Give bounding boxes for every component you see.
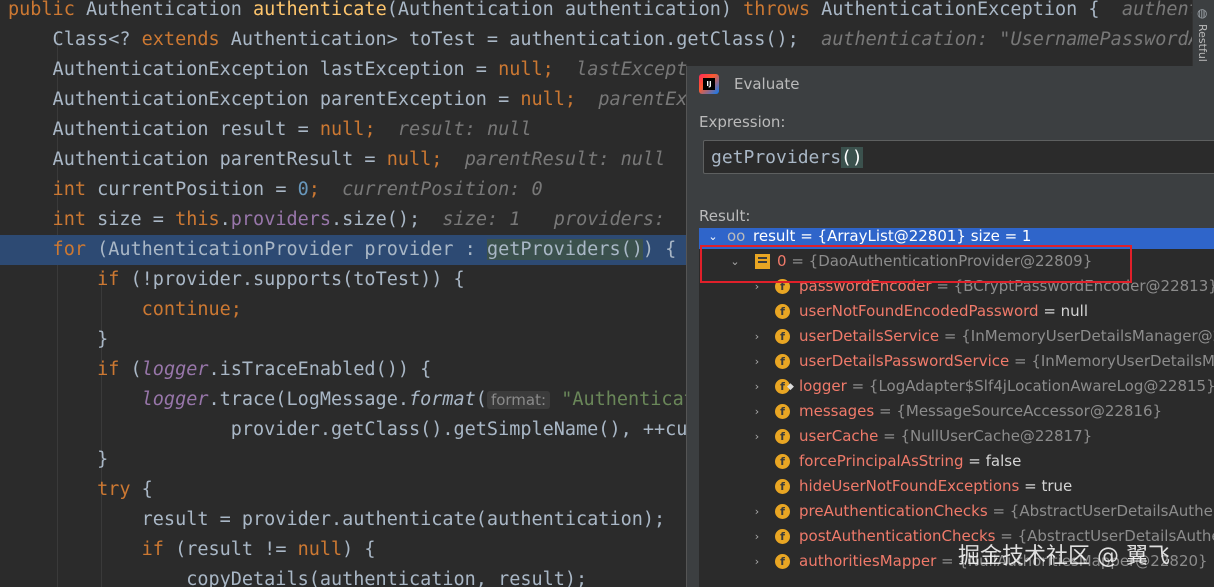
- field-icon: f: [775, 404, 790, 419]
- chevron-right-icon[interactable]: ›: [751, 399, 763, 424]
- expression-parens: (): [841, 147, 863, 168]
- code-line-3[interactable]: AuthenticationException lastException = …: [8, 55, 688, 85]
- code-line-20[interactable]: copyDetails(authentication, result);: [8, 565, 587, 587]
- dialog-title: Evaluate: [734, 75, 800, 93]
- code-line-11[interactable]: continue;: [8, 295, 242, 325]
- field-icon: f: [775, 304, 790, 319]
- tree-row-field[interactable]: › f preAuthenticationChecks = {AbstractU…: [699, 499, 1214, 524]
- code-line-7[interactable]: int currentPosition = 0; currentPosition…: [8, 175, 543, 205]
- param-hint: format:: [486, 391, 551, 409]
- chevron-right-icon[interactable]: ›: [751, 524, 763, 549]
- code-line-12[interactable]: }: [8, 325, 108, 355]
- tree-row-field[interactable]: f userNotFoundEncodedPassword = null: [699, 299, 1214, 324]
- tree-row-field[interactable]: › f userDetailsPasswordService = {InMemo…: [699, 349, 1214, 374]
- tree-row-field[interactable]: › f userCache = {NullUserCache@22817}: [699, 424, 1214, 449]
- watermark: 掘金技术社区 @ 翼飞: [958, 544, 1170, 569]
- field-icon: f: [775, 479, 790, 494]
- field-icon: f: [775, 529, 790, 544]
- expression-input[interactable]: getProviders(): [703, 140, 1214, 174]
- code-line-10[interactable]: if (!provider.supports(toTest)) {: [8, 265, 465, 295]
- restful-tool-tab[interactable]: Restful: [1196, 24, 1209, 62]
- field-icon: f: [775, 454, 790, 469]
- code-line-5[interactable]: Authentication result = null; result: nu…: [8, 115, 532, 145]
- chevron-right-icon[interactable]: ›: [751, 349, 763, 374]
- code-line-4[interactable]: AuthenticationException parentException …: [8, 85, 688, 115]
- tree-row-field[interactable]: › f userDetailsService = {InMemoryUserDe…: [699, 324, 1214, 349]
- field-icon: f: [775, 554, 790, 569]
- static-field-icon: ◆: [787, 382, 794, 392]
- result-label: Result:: [699, 207, 751, 225]
- expression-text: getProviders: [711, 147, 842, 168]
- expression-label: Expression:: [699, 113, 786, 131]
- chevron-right-icon[interactable]: ›: [751, 424, 763, 449]
- code-line-16[interactable]: }: [8, 445, 108, 475]
- code-line-19[interactable]: if (result != null) {: [8, 535, 376, 565]
- chevron-right-icon[interactable]: ›: [751, 374, 763, 399]
- chevron-right-icon[interactable]: ›: [751, 499, 763, 524]
- dialog-title-bar[interactable]: IJ Evaluate: [687, 66, 1214, 104]
- code-line-15[interactable]: provider.getClass().getSimpleName(), ++c…: [8, 415, 699, 445]
- chevron-right-icon[interactable]: ›: [751, 549, 763, 574]
- tree-row-field[interactable]: f hideUserNotFoundExceptions = true: [699, 474, 1214, 499]
- tree-row-field[interactable]: f forcePrincipalAsString = false: [699, 449, 1214, 474]
- evaluate-dialog: IJ Evaluate Expression: getProviders() R…: [686, 66, 1214, 587]
- code-line-2[interactable]: Class<? extends Authentication> toTest =…: [8, 25, 1192, 55]
- code-line-6[interactable]: Authentication parentResult = null; pare…: [8, 145, 666, 175]
- code-line-17[interactable]: try {: [8, 475, 153, 505]
- intellij-logo-icon: IJ: [699, 74, 719, 94]
- field-icon: f: [775, 504, 790, 519]
- field-icon: f: [775, 354, 790, 369]
- tree-row-field[interactable]: › f ◆ logger = {LogAdapter$Slf4jLocation…: [699, 374, 1214, 399]
- code-line-8[interactable]: int size = this.providers.size(); size: …: [8, 205, 666, 235]
- code-line-1[interactable]: public Authentication authenticate(Authe…: [8, 0, 1192, 25]
- tree-row-field[interactable]: › f messages = {MessageSourceAccessor@22…: [699, 399, 1214, 424]
- code-line-13[interactable]: if (logger.isTraceEnabled()) {: [8, 355, 431, 385]
- field-icon: f: [775, 429, 790, 444]
- globe-icon[interactable]: ◍: [1197, 6, 1210, 20]
- field-icon: f: [775, 329, 790, 344]
- code-line-18[interactable]: result = provider.authenticate(authentic…: [8, 505, 666, 535]
- highlight-annotation-box: [700, 245, 1132, 283]
- code-line-14[interactable]: logger.trace(LogMessage.format(format: "…: [8, 385, 695, 415]
- chevron-right-icon[interactable]: ›: [751, 324, 763, 349]
